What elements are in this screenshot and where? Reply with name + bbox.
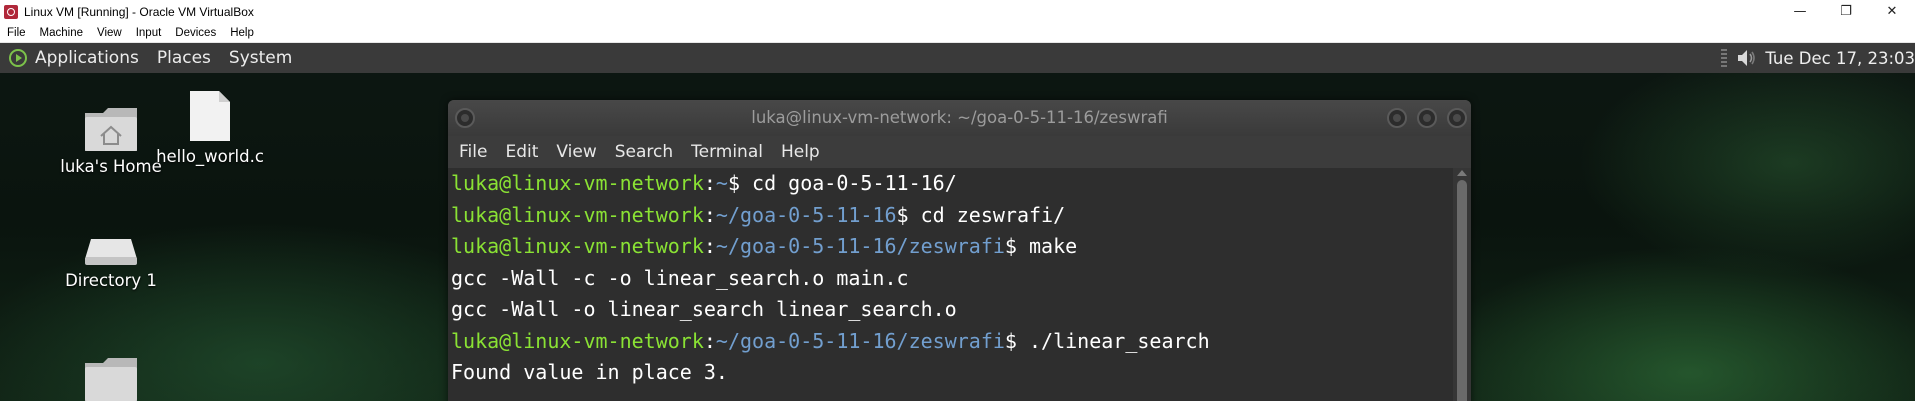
- scroll-thumb[interactable]: [1457, 180, 1467, 401]
- text-file-icon: [190, 91, 230, 141]
- terminal-window: luka@linux-vm-network: ~/goa-0-5-11-16/z…: [448, 100, 1471, 401]
- host-menubar: File Machine View Input Devices Help: [0, 23, 1915, 43]
- panel-menu-applications[interactable]: Applications: [35, 48, 139, 68]
- panel-tray: Tue Dec 17, 23:03: [1721, 43, 1915, 73]
- prompt-separator: :: [703, 202, 716, 227]
- terminal-menubar: File Edit View Search Terminal Help: [448, 136, 1471, 168]
- terminal-line: luka@linux-vm-network:~/goa-0-5-11-16$ c…: [448, 200, 1453, 232]
- host-menu-help[interactable]: Help: [223, 27, 261, 39]
- panel-clock[interactable]: Tue Dec 17, 23:03: [1765, 49, 1915, 68]
- host-menu-view[interactable]: View: [90, 27, 129, 39]
- terminal-menu-view[interactable]: View: [547, 142, 605, 162]
- top-panel: Applications Places System Tue Dec 17, 2…: [0, 43, 1915, 73]
- prompt-user: luka@linux-vm-network: [451, 171, 704, 195]
- host-menu-input[interactable]: Input: [129, 27, 169, 39]
- prompt-user: luka@linux-vm-network: [451, 202, 704, 227]
- host-menu-file[interactable]: File: [0, 27, 33, 39]
- home-folder-icon: [85, 108, 137, 151]
- close-button[interactable]: ✕: [1869, 0, 1915, 23]
- terminal-titlebar[interactable]: luka@linux-vm-network: ~/goa-0-5-11-16/z…: [448, 100, 1471, 136]
- desktop-icon-directory-1-label: Directory 1: [65, 271, 157, 290]
- desktop-icon-folder[interactable]: [54, 353, 168, 401]
- terminal-output[interactable]: luka@linux-vm-network:~$ cd goa-0-5-11-1…: [448, 168, 1453, 401]
- terminal-output-line: gcc -Wall -c -o linear_search.o main.c: [451, 265, 909, 290]
- terminal-scrollbar[interactable]: [1453, 168, 1471, 401]
- drive-icon: [85, 239, 137, 265]
- command-text: $ ./linear_search: [1004, 328, 1210, 353]
- distro-logo-icon[interactable]: [8, 48, 28, 68]
- terminal-line: luka@linux-vm-network:~$ cd goa-0-5-11-1…: [448, 168, 1453, 200]
- command-text: $ cd goa-0-5-11-16/: [727, 171, 957, 195]
- folder-icon: [85, 358, 137, 401]
- scroll-up-arrow-icon[interactable]: [1457, 170, 1467, 176]
- restore-button[interactable]: ❐: [1823, 0, 1869, 23]
- command-text: $ cd zeswrafi/: [896, 202, 1066, 227]
- minimize-button[interactable]: —: [1777, 0, 1823, 23]
- panel-separator: [1721, 49, 1728, 67]
- terminal-menu-terminal[interactable]: Terminal: [682, 142, 772, 162]
- host-window-controls: — ❐ ✕: [1777, 0, 1915, 23]
- panel-menu-system[interactable]: System: [229, 48, 292, 68]
- prompt-path: ~/goa-0-5-11-16/zeswrafi: [715, 328, 1005, 353]
- terminal-menu-edit[interactable]: Edit: [496, 142, 547, 162]
- virtualbox-app-icon: [4, 4, 18, 19]
- desktop-icon-directory-1[interactable]: Directory 1: [54, 233, 168, 290]
- prompt-path: ~: [715, 171, 728, 195]
- terminal-menu-search[interactable]: Search: [606, 142, 682, 162]
- prompt-user: luka@linux-vm-network: [451, 234, 704, 258]
- prompt-separator: :: [703, 328, 716, 353]
- terminal-output-line: gcc -Wall -o linear_search linear_search…: [451, 297, 957, 321]
- host-window-title: Linux VM [Running] - Oracle VM VirtualBo…: [24, 4, 254, 19]
- terminal-menu-file[interactable]: File: [450, 142, 496, 162]
- guest-desktop: Applications Places System Tue Dec 17, 2…: [0, 43, 1915, 401]
- volume-icon[interactable]: [1735, 47, 1757, 69]
- prompt-user: luka@linux-vm-network: [451, 328, 704, 353]
- host-menu-devices[interactable]: Devices: [168, 27, 223, 39]
- host-titlebar: Linux VM [Running] - Oracle VM VirtualBo…: [0, 0, 1915, 23]
- command-text: $ make: [1004, 234, 1078, 258]
- terminal-menu-help[interactable]: Help: [772, 142, 829, 162]
- desktop-icon-hello-world-label: hello_world.c: [156, 147, 264, 166]
- terminal-line: luka@linux-vm-network:~/goa-0-5-11-16/ze…: [448, 231, 1453, 263]
- terminal-output-line: Found value in place 3.: [451, 360, 728, 384]
- prompt-path: ~/goa-0-5-11-16/zeswrafi: [715, 234, 1005, 258]
- host-menu-machine[interactable]: Machine: [33, 27, 90, 39]
- terminal-maximize-button[interactable]: [1417, 108, 1437, 128]
- prompt-separator: :: [703, 234, 716, 258]
- terminal-close-button[interactable]: [1447, 108, 1467, 128]
- terminal-minimize-button[interactable]: [1387, 108, 1407, 128]
- desktop-icon-hello-world[interactable]: hello_world.c: [150, 89, 270, 166]
- terminal-title: luka@linux-vm-network: ~/goa-0-5-11-16/z…: [751, 108, 1168, 127]
- prompt-path: ~/goa-0-5-11-16: [715, 202, 897, 227]
- terminal-line: luka@linux-vm-network:~/goa-0-5-11-16/ze…: [448, 326, 1453, 358]
- prompt-separator: :: [703, 171, 716, 195]
- panel-menu-places[interactable]: Places: [157, 48, 211, 68]
